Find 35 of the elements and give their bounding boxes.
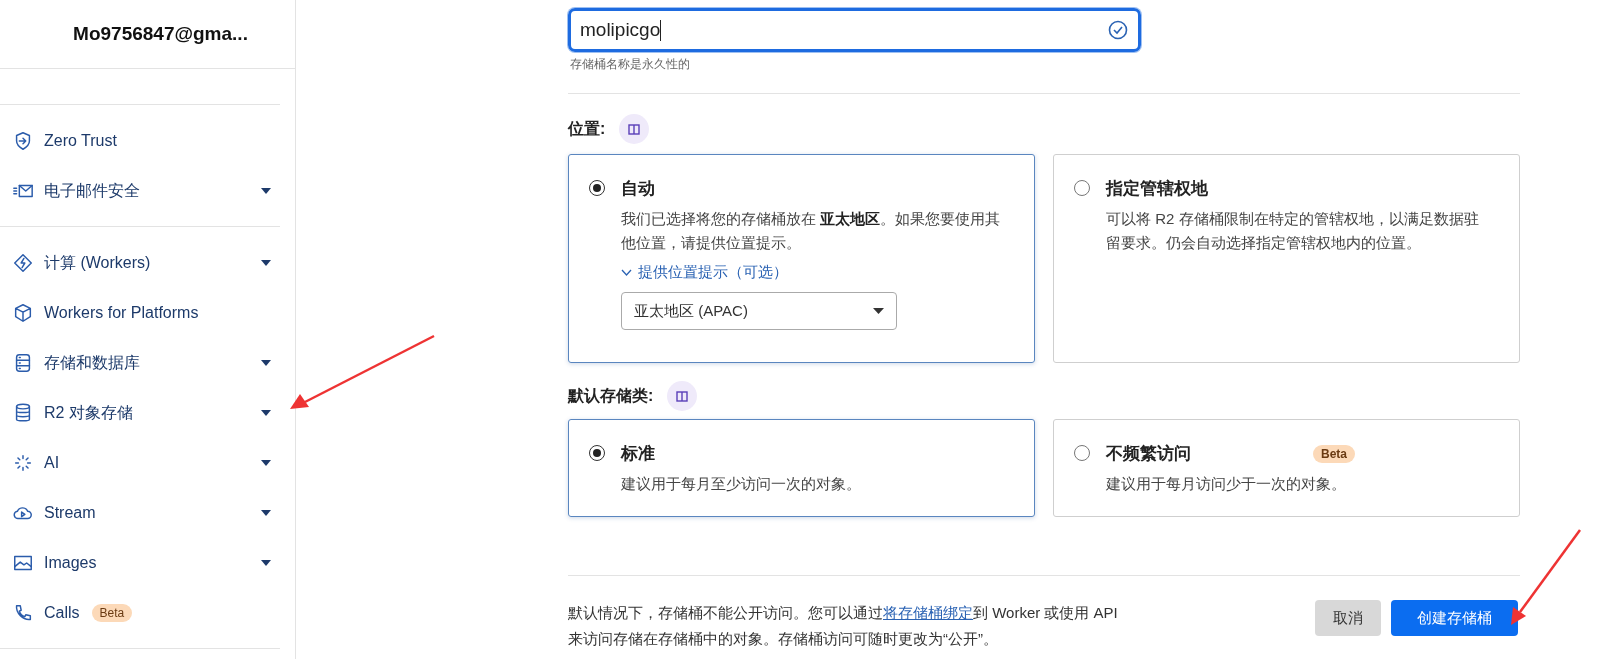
option-description: 我们已选择将您的存储桶放在 亚太地区。如果您要使用其他位置，请提供位置提示。 bbox=[621, 209, 1001, 253]
option-card[interactable]: 标准 建议用于每月至少访问一次的对象。 bbox=[568, 419, 1035, 517]
create-bucket-button[interactable]: 创建存储桶 bbox=[1391, 600, 1518, 636]
sidebar-item[interactable]: Zero Trust bbox=[0, 116, 280, 166]
sidebar-item[interactable]: Calls Beta bbox=[0, 588, 280, 638]
section-label: 默认存储类: bbox=[568, 385, 654, 406]
option-card[interactable]: 指定管辖权地 可以将 R2 存储桶限制在特定的管辖权地，以满足数据驻留要求。仍会自动选择指定管辖权地内的位置。 bbox=[1053, 154, 1520, 363]
account-name[interactable]: Mo9756847@gma... bbox=[47, 23, 248, 45]
location-hint-toggle[interactable]: 提供位置提示（可选） bbox=[621, 263, 1001, 282]
sidebar-item[interactable]: R2 对象存储 bbox=[0, 388, 280, 438]
sidebar-item[interactable]: Images bbox=[0, 538, 280, 588]
option-card[interactable]: 不频繁访问 Beta 建议用于每月访问少于一次的对象。 bbox=[1053, 419, 1520, 517]
option-title: 标准 bbox=[621, 443, 655, 465]
option-card[interactable]: 自动 我们已选择将您的存储桶放在 亚太地区。如果您要使用其他位置，请提供位置提示。 提供位置提示（可选） 亚太地区 (APAC) bbox=[568, 154, 1035, 363]
option-description: 建议用于每月访问少于一次的对象。 bbox=[1106, 474, 1347, 494]
sidebar-item[interactable]: 存储和数据库 bbox=[0, 338, 280, 388]
sidebar-item[interactable]: 电子邮件安全 bbox=[0, 166, 280, 216]
beta-badge: Beta bbox=[1313, 444, 1355, 463]
bucket-name-field[interactable]: molipicgo bbox=[568, 8, 1141, 52]
sidebar-item[interactable]: 计算 (Workers) bbox=[0, 238, 280, 288]
access-note: 默认情况下，存储桶不能公开访问。您可以通过将存储桶绑定到 Worker 或使用 API 来访问存储在存储桶中的对象。存储桶访问可随时更改为“公开”。 bbox=[568, 603, 1119, 649]
sidebar-item[interactable]: Workers for Platforms bbox=[0, 288, 280, 338]
cancel-button[interactable]: 取消 bbox=[1315, 600, 1381, 636]
option-title: 指定管辖权地 bbox=[1106, 178, 1208, 200]
option-title: 自动 bbox=[621, 178, 655, 200]
section-label: 位置: bbox=[568, 118, 606, 139]
beta-badge: Beta bbox=[91, 604, 133, 622]
location-select[interactable]: 亚太地区 (APAC) bbox=[621, 292, 897, 330]
option-description: 可以将 R2 存储桶限制在特定的管辖权地，以满足数据驻留要求。仍会自动选择指定管辖权地内的位置。 bbox=[1106, 209, 1480, 253]
sidebar-item[interactable]: Stream bbox=[0, 488, 280, 538]
option-title: 不频繁访问 bbox=[1106, 443, 1191, 465]
field-hint: 存储桶名称是永久性的 bbox=[569, 56, 691, 73]
sidebar-item[interactable]: AI bbox=[0, 438, 280, 488]
bind-bucket-link[interactable]: 将存储桶绑定 bbox=[883, 604, 973, 621]
option-description: 建议用于每月至少访问一次的对象。 bbox=[621, 474, 861, 494]
